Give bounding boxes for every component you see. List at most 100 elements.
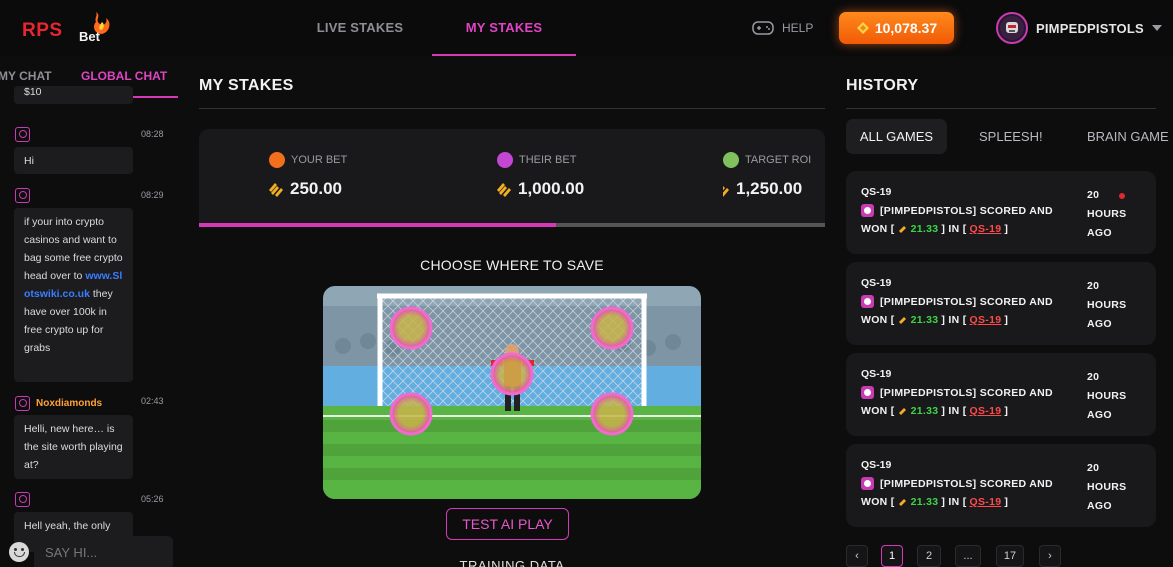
history-time: 20 HOURS AGO xyxy=(1087,462,1127,512)
history-in-label: ] IN [ xyxy=(941,405,967,417)
test-ai-play-button[interactable]: TEST AI PLAY xyxy=(446,508,569,540)
history-result: WON [ 21.33] IN [QS-19] xyxy=(861,405,1008,417)
save-spot-bottom-right[interactable] xyxy=(590,392,634,436)
history-in-label: ] IN [ xyxy=(941,496,967,508)
tab-live-stakes[interactable]: LIVE STAKES xyxy=(300,0,420,56)
coin-icon xyxy=(898,499,906,506)
coin-icon xyxy=(898,408,906,415)
user-icon xyxy=(861,477,874,490)
user-icon[interactable] xyxy=(15,396,30,411)
stat-label: THEIR BET xyxy=(519,154,577,166)
history-amount: 21.33 xyxy=(910,496,939,508)
history-won-label: WON [ xyxy=(861,405,895,417)
tab-my-stakes[interactable]: MY STAKES xyxy=(432,0,576,56)
balance-button[interactable]: 10,078.37 xyxy=(839,12,954,44)
user-menu[interactable]: PIMPEDPISTOLS xyxy=(996,12,1162,44)
history-amount: 21.33 xyxy=(910,405,939,417)
user-icon[interactable] xyxy=(15,127,30,142)
gamepad-icon xyxy=(752,21,774,35)
help-label: HELP xyxy=(782,21,814,35)
history-result: WON [21.33] IN [QS-19] xyxy=(861,223,1008,235)
chat-message-text: Hell yeah, the only xyxy=(24,520,111,532)
history-close-bracket: ] xyxy=(1004,405,1009,417)
chat-username[interactable]: Noxdiamonds xyxy=(36,398,102,409)
stat-their-bet: THEIR BET 1,000.00 xyxy=(497,152,584,199)
chat-panel: MY CHAT GLOBAL CHAT $10 08:28 Hi 08:29 i… xyxy=(0,56,180,567)
history-game-link[interactable]: QS-19 xyxy=(970,496,1002,508)
user-icon xyxy=(861,386,874,399)
help-button[interactable]: HELP xyxy=(752,18,813,38)
pagination-page-1[interactable]: 1 xyxy=(881,545,903,567)
history-result: WON [21.33] IN [QS-19] xyxy=(861,496,1008,508)
history-close-bracket: ] xyxy=(1004,314,1009,326)
user-icon xyxy=(861,295,874,308)
history-card[interactable]: QS-19 [PIMPEDPISTOLS] SCORED AND WON [ 21.3… xyxy=(846,353,1156,436)
filter-all-games[interactable]: ALL GAMES xyxy=(846,119,947,154)
history-game-link[interactable]: QS-19 xyxy=(970,314,1002,326)
chat-message-text: Helli, new here… is the site worth playi… xyxy=(24,423,123,471)
filter-brain-game[interactable]: BRAIN GAME xyxy=(1087,119,1173,154)
stat-value: 1,000.00 xyxy=(518,179,585,198)
robot-avatar-icon xyxy=(1000,16,1024,40)
history-line: [PIMPEDPISTOLS] SCORED AND xyxy=(861,477,1053,490)
chat-message-time: 08:28 xyxy=(141,129,164,139)
chat-message-text: $10 xyxy=(24,86,42,98)
chat-message-time: 02:43 xyxy=(141,396,164,406)
history-won-label: WON [ xyxy=(861,223,895,235)
user-icon[interactable] xyxy=(15,188,30,203)
page-title: MY STAKES xyxy=(199,77,294,94)
history-time: 20 HOURS AGO xyxy=(1087,280,1127,330)
history-amount: 21.33 xyxy=(910,223,939,235)
coin-stack-icon xyxy=(269,182,283,197)
history-game-link[interactable]: QS-19 xyxy=(970,405,1002,417)
chat-input-placeholder: SAY HI... xyxy=(45,545,98,560)
history-time: 20 HOURS AGO xyxy=(1087,189,1127,239)
pagination-page-17[interactable]: 17 xyxy=(996,545,1024,567)
pagination-prev-button[interactable]: ‹ xyxy=(846,545,868,567)
chat-input[interactable]: SAY HI... xyxy=(34,536,173,567)
history-text: [PIMPEDPISTOLS] SCORED AND xyxy=(880,477,1053,490)
logo[interactable]: RPS Bet xyxy=(22,10,114,46)
tab-my-chat[interactable]: MY CHAT xyxy=(0,69,52,83)
history-time: 20 HOURS AGO xyxy=(1087,371,1127,421)
training-data-heading: TRAINING DATA xyxy=(459,558,565,567)
chat-message: Helli, new here… is the site worth playi… xyxy=(14,415,133,479)
stat-label: TARGET ROI xyxy=(745,154,812,166)
save-spot-center[interactable] xyxy=(490,352,534,396)
trophy-icon xyxy=(723,152,739,168)
coin-icon xyxy=(898,226,906,233)
avatar xyxy=(996,12,1028,44)
pagination-next-button[interactable]: › xyxy=(1039,545,1061,567)
chat-message-partial: $10 xyxy=(14,86,133,104)
save-spot-top-left[interactable] xyxy=(389,306,433,350)
history-card[interactable]: QS-19 [PIMPEDPISTOLS] SCORED AND WON [21.3… xyxy=(846,171,1156,254)
history-game: QS-19 xyxy=(861,459,892,471)
stat-target-roi: TARGET ROI 1,250.00 xyxy=(723,152,825,199)
coins-icon xyxy=(269,152,285,168)
history-line: [PIMPEDPISTOLS] SCORED AND xyxy=(861,386,1053,399)
choose-save-label: CHOOSE WHERE TO SAVE xyxy=(420,257,604,273)
stake-progress-fill xyxy=(199,223,556,227)
filter-spleesh[interactable]: SPLEESH! xyxy=(979,119,1043,154)
pagination-ellipsis[interactable]: ... xyxy=(955,545,981,567)
history-card[interactable]: QS-19 [PIMPEDPISTOLS] SCORED AND WON [21.3… xyxy=(846,262,1156,345)
history-game: QS-19 xyxy=(861,186,892,198)
logo-subtext: Bet xyxy=(79,29,100,44)
pagination-page-2[interactable]: 2 xyxy=(917,545,941,567)
divider xyxy=(199,108,825,109)
save-spot-top-right[interactable] xyxy=(590,306,634,350)
history-won-label: WON [ xyxy=(861,314,895,326)
user-icon[interactable] xyxy=(15,492,30,507)
history-line: [PIMPEDPISTOLS] SCORED AND xyxy=(861,295,1053,308)
stat-your-bet: YOUR BET 250.00 xyxy=(269,152,347,199)
emoji-icon[interactable] xyxy=(9,542,29,562)
top-bar: RPS Bet LIVE STAKES MY STAKES HELP 10,07… xyxy=(0,0,1173,56)
history-text: [PIMPEDPISTOLS] SCORED AND xyxy=(880,386,1053,399)
history-game-link[interactable]: QS-19 xyxy=(970,223,1002,235)
save-spot-bottom-left[interactable] xyxy=(389,392,433,436)
history-card[interactable]: QS-19 [PIMPEDPISTOLS] SCORED AND WON [21.3… xyxy=(846,444,1156,527)
notification-dot xyxy=(1119,193,1125,199)
chat-message-time: 08:29 xyxy=(141,190,164,200)
coins-icon xyxy=(497,152,513,168)
coin-stack-icon xyxy=(856,22,869,34)
